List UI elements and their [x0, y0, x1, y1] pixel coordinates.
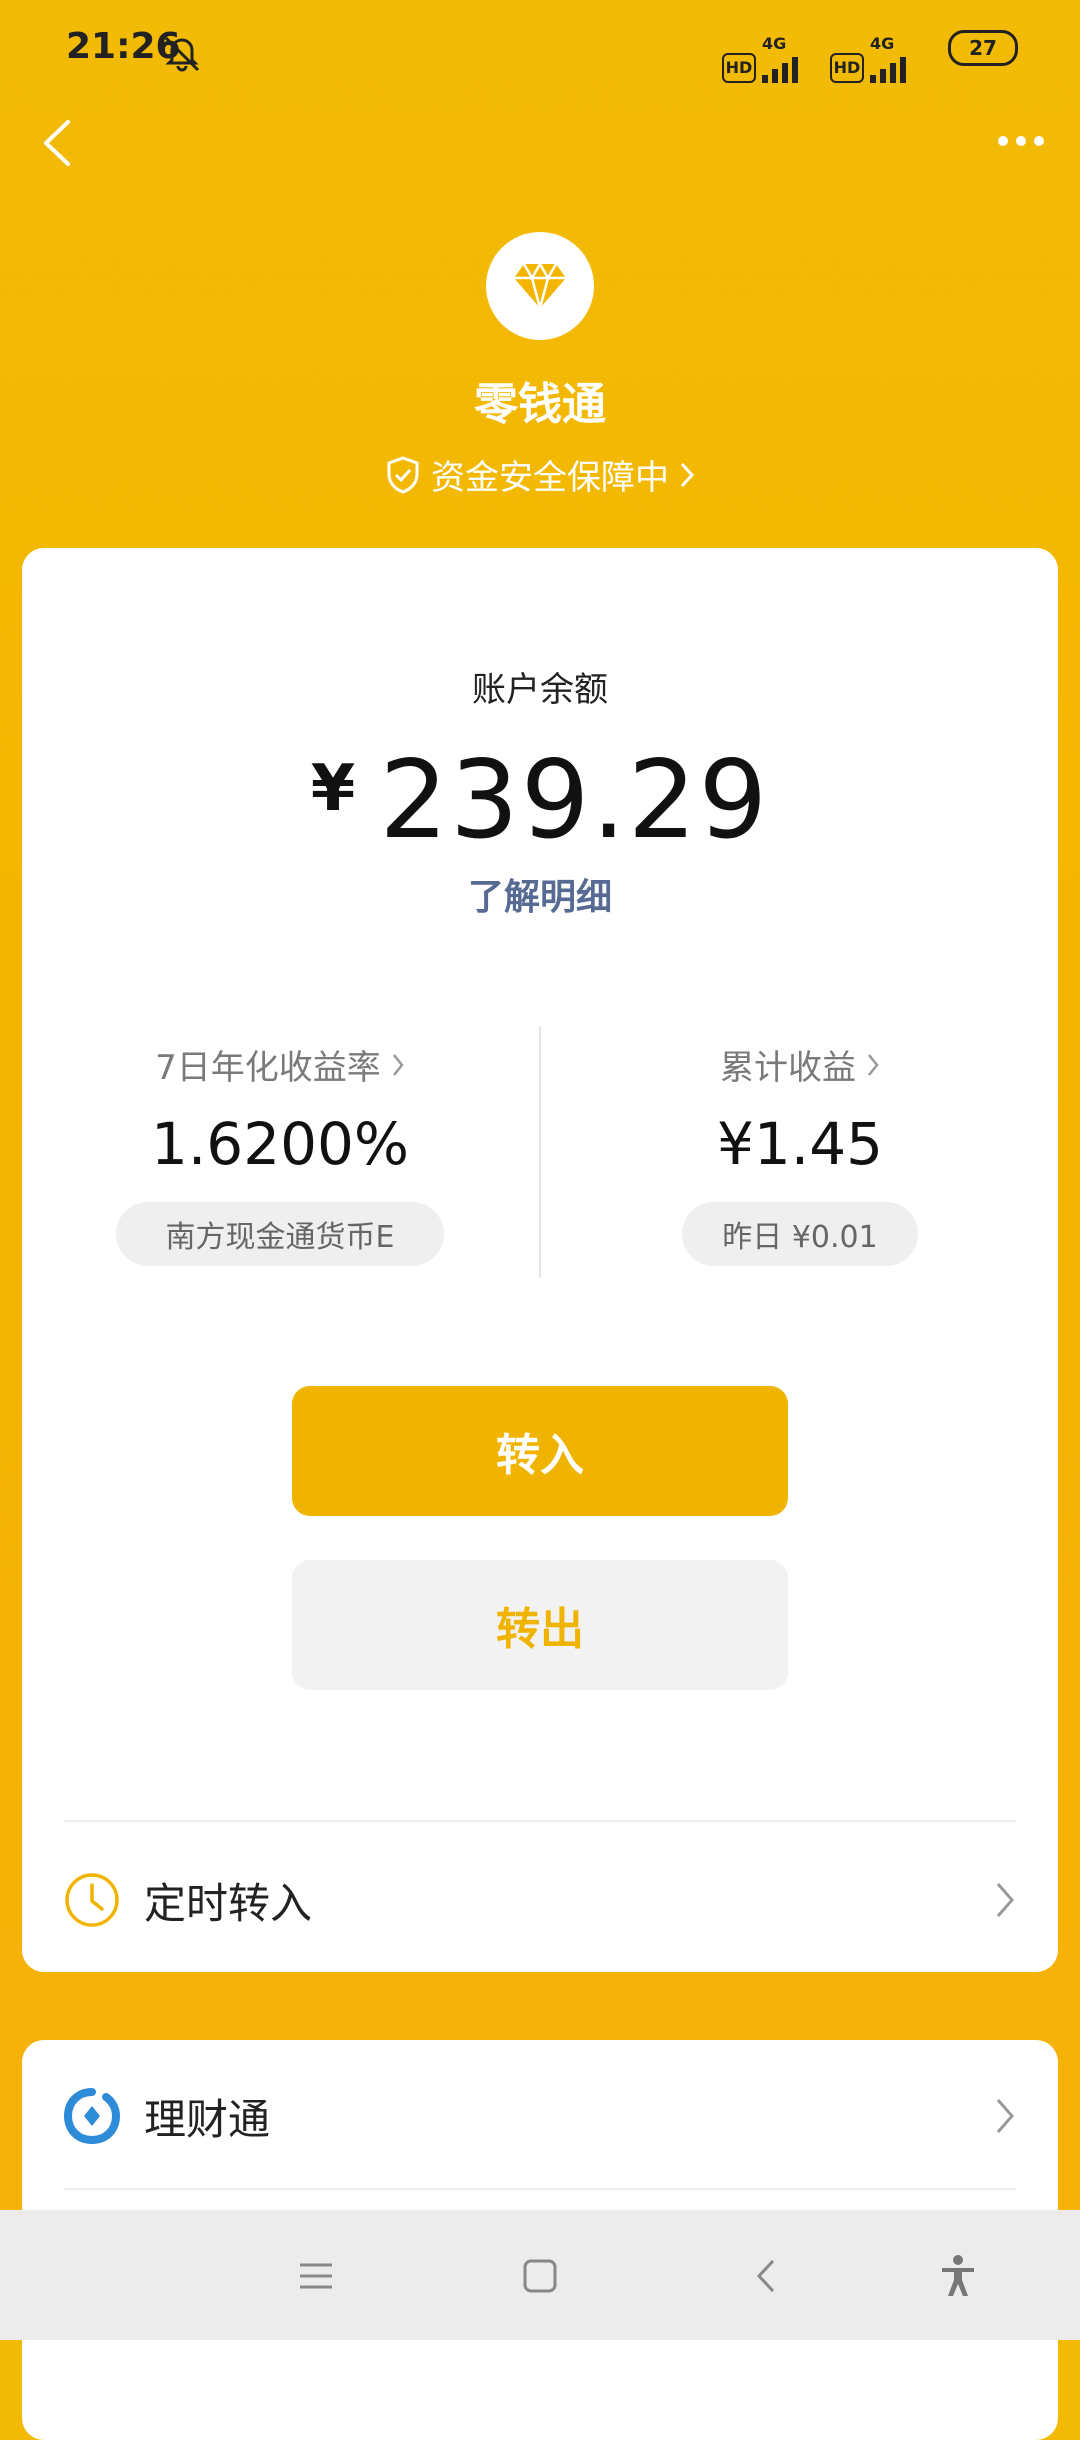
currency-symbol: ¥ — [310, 752, 356, 826]
battery-indicator: 27 — [948, 30, 1018, 66]
hd-badge: HD — [830, 53, 864, 83]
stats-divider — [539, 1026, 541, 1278]
chevron-right-icon — [868, 1053, 879, 1076]
hd-badge: HD — [722, 53, 756, 83]
page-title: 零钱通 — [474, 379, 606, 430]
wealth-row[interactable]: 理财通 — [64, 2056, 1016, 2176]
accessibility-icon[interactable] — [928, 2246, 988, 2306]
diamond-icon — [486, 232, 594, 340]
muted-bell-icon — [164, 36, 200, 72]
back-arrow-icon[interactable] — [40, 118, 74, 168]
more-menu-icon[interactable] — [998, 136, 1044, 146]
chevron-right-icon — [392, 1053, 404, 1076]
balance-value: 239.29 — [379, 738, 770, 863]
shield-check-icon — [387, 455, 419, 494]
earnings-label: 累计收益 — [720, 1048, 856, 1088]
yield-value: 1.6200% — [150, 1110, 410, 1178]
scheduled-deposit-label: 定时转入 — [144, 1878, 313, 1928]
clock-icon — [65, 1873, 119, 1927]
divider — [64, 2188, 1016, 2190]
divider — [64, 1820, 1016, 1822]
chevron-right-icon — [996, 2099, 1014, 2133]
wealth-logo-icon — [64, 2088, 120, 2144]
network-type: 4G — [762, 34, 787, 53]
network-type: 4G — [870, 34, 895, 53]
signal-icon — [762, 53, 798, 83]
deposit-button[interactable]: 转入 — [292, 1386, 788, 1516]
yield-label: 7日年化收益率 — [155, 1048, 381, 1088]
earnings-value: ¥1.45 — [716, 1110, 884, 1178]
signal-group-1: HD 4G — [722, 34, 798, 83]
chevron-right-icon — [680, 462, 695, 487]
balance-amount: ¥239.29 — [0, 738, 1080, 863]
fund-name-badge: 南方现金通货币E — [116, 1202, 444, 1266]
scheduled-deposit-row[interactable]: 定时转入 — [64, 1840, 1016, 1960]
back-icon[interactable] — [736, 2246, 796, 2306]
withdraw-button[interactable]: 转出 — [292, 1560, 788, 1690]
signal-icon — [870, 53, 906, 83]
balance-label: 账户余额 — [472, 670, 608, 710]
security-link[interactable]: 资金安全保障中 — [0, 450, 1080, 499]
yesterday-earnings-badge: 昨日 ¥0.01 — [682, 1202, 918, 1266]
home-icon[interactable] — [510, 2246, 570, 2306]
chevron-right-icon — [996, 1883, 1014, 1917]
yield-section[interactable]: 7日年化收益率 — [64, 1040, 496, 1089]
security-text: 资金安全保障中 — [431, 458, 669, 498]
wealth-label: 理财通 — [144, 2094, 271, 2144]
menu-icon[interactable] — [286, 2246, 346, 2306]
earnings-section[interactable]: 累计收益 — [584, 1040, 1016, 1089]
signal-group-2: HD 4G — [830, 34, 906, 83]
detail-link[interactable]: 了解明细 — [0, 868, 1080, 920]
